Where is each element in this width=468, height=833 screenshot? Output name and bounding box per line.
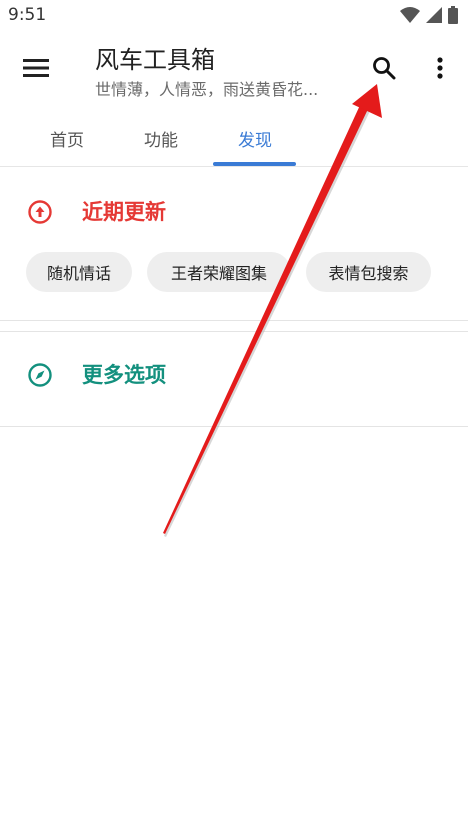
- chip-sticker-search[interactable]: 表情包搜索: [306, 252, 431, 292]
- status-bar: 9:51: [0, 0, 468, 32]
- menu-button[interactable]: [18, 50, 54, 86]
- recent-updates-title: 近期更新: [82, 200, 166, 224]
- wifi-icon: [400, 7, 420, 23]
- tab-bar: 首页 功能 发现: [0, 110, 468, 166]
- chip-random-love-words[interactable]: 随机情话: [26, 252, 132, 292]
- tab-features[interactable]: 功能: [116, 110, 206, 166]
- signal-icon: [426, 7, 442, 23]
- compass-icon: [28, 363, 52, 387]
- status-time: 9:51: [8, 5, 47, 25]
- app-title: 风车工具箱: [95, 46, 215, 74]
- search-button[interactable]: [364, 48, 404, 88]
- hamburger-menu-icon: [23, 59, 49, 77]
- app-subtitle: 世情薄，人情恶，雨送黄昏花...: [95, 80, 319, 99]
- tab-home[interactable]: 首页: [22, 110, 112, 166]
- more-options-section[interactable]: 更多选项: [0, 349, 468, 399]
- chip-honor-of-kings-gallery[interactable]: 王者荣耀图集: [147, 252, 291, 292]
- app-bar: 风车工具箱 世情薄，人情恶，雨送黄昏花...: [0, 32, 468, 110]
- search-icon: [373, 57, 396, 80]
- more-vert-icon: [437, 57, 443, 79]
- battery-icon: [448, 6, 458, 24]
- recent-updates-header: 近期更新: [0, 186, 468, 236]
- more-options-button[interactable]: [422, 48, 458, 88]
- section-divider: [0, 331, 468, 332]
- tab-discover[interactable]: 发现: [210, 110, 300, 166]
- tabs-divider: [0, 166, 468, 167]
- status-icons: [400, 6, 458, 24]
- more-options-title: 更多选项: [82, 363, 166, 387]
- arrow-up-circle-icon: [28, 200, 52, 224]
- section-divider: [0, 426, 468, 427]
- section-divider: [0, 320, 468, 321]
